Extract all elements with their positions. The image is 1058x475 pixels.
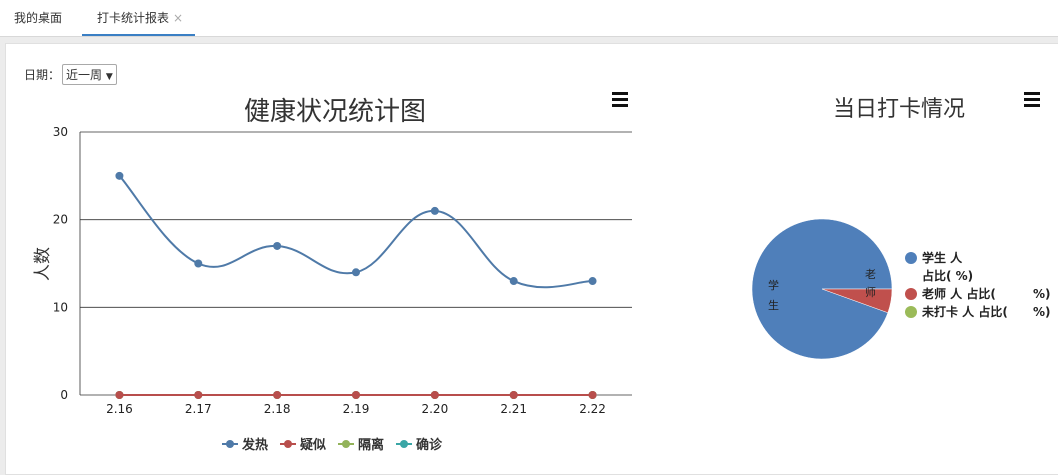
y-axis-label: 人数	[33, 247, 53, 281]
data-point	[115, 171, 124, 180]
legend-item-label: 发热	[241, 437, 268, 453]
tab-my-desktop[interactable]: 我的桌面	[14, 0, 62, 36]
date-range-select[interactable]: 近一周 ▼	[62, 64, 117, 85]
legend-item-label: 确诊	[416, 437, 443, 453]
y-tick-label: 10	[53, 300, 68, 314]
data-point	[509, 391, 518, 399]
y-tick-label: 30	[53, 125, 68, 139]
slice-label-char: 师	[865, 286, 876, 299]
data-point	[194, 259, 203, 268]
y-tick-label: 20	[53, 213, 68, 227]
data-point	[352, 391, 360, 399]
legend-marker	[284, 440, 292, 448]
legend-item-label: 隔离	[358, 437, 384, 453]
legend-marker	[905, 306, 917, 318]
x-tick-label: 2.22	[579, 402, 606, 416]
chevron-down-icon: ▼	[105, 72, 113, 82]
x-tick-label: 2.19	[343, 402, 370, 416]
health-line-chart: 健康状况统计图 人数 0 10 20 30 2.16 2.17 2.18 2.19 2.20 2…	[33, 97, 632, 453]
x-tick-label: 2.20	[421, 402, 448, 416]
legend-marker	[342, 440, 350, 448]
tab-label: 我的桌面	[14, 11, 63, 25]
date-range-value: 近一周	[66, 68, 103, 82]
data-point	[588, 277, 597, 286]
date-label: 日期：	[24, 68, 61, 82]
chart-title: 健康状况统计图	[244, 97, 426, 127]
legend-item-label: 老师 人 占比(	[922, 286, 996, 301]
legend-item-label: 学生 人	[922, 250, 963, 265]
slice-label-char: 学	[768, 278, 779, 292]
x-tick-label: 2.17	[185, 402, 212, 416]
data-point	[509, 277, 518, 286]
legend-item-label: %)	[1033, 287, 1051, 301]
data-point	[588, 391, 597, 399]
legend-item-label: 占比( %)	[922, 268, 973, 283]
data-point	[115, 391, 124, 399]
date-filter: 日期： 近一周 ▼	[24, 64, 117, 85]
legend-item-label: 未打卡 人 占比(	[921, 304, 1008, 319]
data-point	[194, 391, 203, 399]
tab-checkin-report[interactable]: 打卡统计报表 ×	[82, 0, 196, 36]
data-point	[273, 391, 282, 399]
legend-marker	[905, 252, 917, 264]
tab-bar: 我的桌面 打卡统计报表 ×	[0, 0, 1058, 37]
legend-item-label: %)	[1033, 305, 1051, 319]
legend-marker	[226, 440, 234, 448]
slice-label-char: 老	[865, 268, 876, 281]
close-icon[interactable]: ×	[173, 11, 183, 25]
data-point	[430, 391, 439, 399]
checkin-pie-chart: 当日打卡情况 学生 老师 学生 人占比( %) 老师 人 占比(%) 未打卡 人 占比…	[751, 97, 1051, 360]
legend-marker	[905, 288, 917, 300]
slice-label-char: 生	[768, 298, 779, 312]
data-point	[352, 268, 360, 277]
chart-title: 当日打卡情况	[833, 97, 965, 122]
tab-label: 打卡统计报表	[97, 11, 170, 25]
x-tick-label: 2.21	[500, 402, 527, 416]
data-point	[430, 206, 439, 215]
x-tick-label: 2.16	[106, 402, 133, 416]
legend-item-label: 疑似	[300, 437, 326, 453]
legend-marker	[400, 440, 408, 448]
data-point	[273, 241, 282, 250]
y-tick-label: 0	[60, 388, 68, 402]
x-tick-label: 2.18	[264, 402, 291, 416]
